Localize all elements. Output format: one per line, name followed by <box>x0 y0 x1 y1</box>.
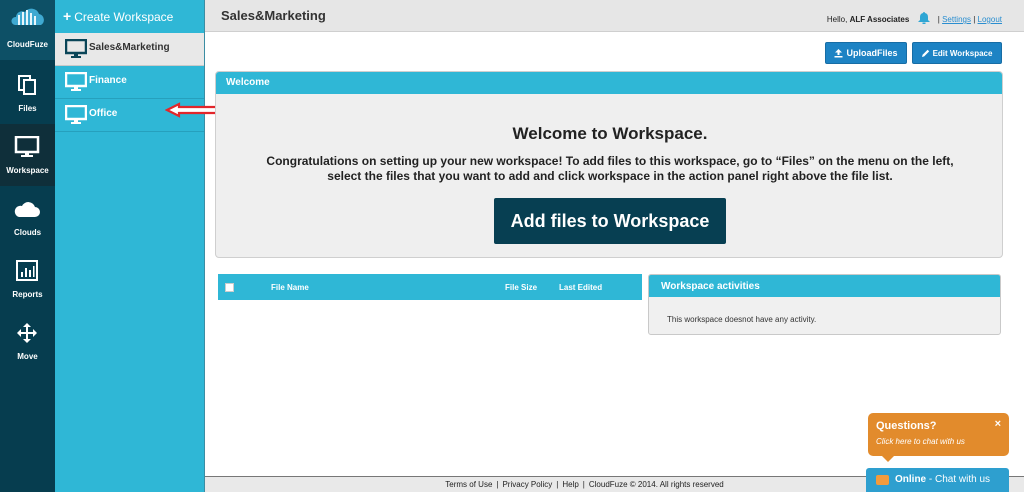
rail-label-move: Move <box>17 352 38 361</box>
footer-separator: | <box>556 480 559 489</box>
upload-files-label: UploadFiles <box>846 48 898 58</box>
chat-prompt: Click here to chat with us <box>876 437 965 446</box>
upload-icon <box>834 48 843 57</box>
create-workspace-button[interactable]: + Create Workspace <box>55 0 204 33</box>
workspace-item-finance[interactable]: Finance <box>55 66 204 99</box>
chat-questions-bubble[interactable]: Questions? Click here to chat with us × <box>868 413 1009 462</box>
workspace-activities-panel: Workspace activities This workspace does… <box>648 274 1001 335</box>
pencil-icon <box>921 49 929 57</box>
welcome-title: Welcome to Workspace. <box>512 124 708 143</box>
chat-bubble-icon <box>876 475 889 485</box>
rail-label-clouds: Clouds <box>13 228 42 237</box>
activities-empty-message: This workspace doesnot have any activity… <box>667 315 817 324</box>
user-menu: Hello, ALF Associates | Settings | Logou… <box>827 12 1002 24</box>
add-files-to-workspace-button[interactable]: Add files to Workspace <box>494 198 726 244</box>
page-title: Sales&Marketing <box>221 8 326 23</box>
icon-rail: CloudFuze Files Workspace Clouds Reports… <box>0 0 55 492</box>
file-table-header: File Name File Size Last Edited <box>218 274 642 300</box>
create-workspace-label: Create Workspace <box>74 10 174 24</box>
bell-icon[interactable] <box>917 12 931 24</box>
files-icon <box>18 75 36 95</box>
workspace-item-label: Office <box>89 108 118 119</box>
footer-separator: | <box>496 480 499 489</box>
privacy-link[interactable]: Privacy Policy <box>502 480 552 489</box>
header-divider: | <box>973 15 976 24</box>
chat-status: Online - Chat with us <box>895 474 990 485</box>
column-last-edited[interactable]: Last Edited <box>559 283 602 292</box>
chat-question-title: Questions? <box>876 420 937 432</box>
welcome-panel: Welcome Welcome to Workspace. Congratula… <box>215 71 1003 258</box>
app-root: CloudFuze Files Workspace Clouds Reports… <box>0 0 1024 492</box>
bubble-tail <box>882 456 894 462</box>
plus-icon: + <box>63 8 72 24</box>
monitor-icon <box>65 105 87 124</box>
activities-header: Workspace activities <box>649 275 1000 297</box>
copyright-text: CloudFuze © 2014. All rights reserved <box>588 480 724 489</box>
cloudfuze-logo-icon <box>11 8 44 25</box>
edit-workspace-label: Edit Workspace <box>932 48 993 58</box>
workspace-panel: + Create Workspace Sales&Marketing Financ… <box>55 0 205 492</box>
edit-workspace-button[interactable]: Edit Workspace <box>912 42 1002 64</box>
monitor-icon <box>65 39 87 58</box>
welcome-header: Welcome <box>216 72 1002 94</box>
monitor-icon <box>65 72 87 91</box>
workspace-item-label: Sales&Marketing <box>89 42 170 53</box>
select-all-checkbox[interactable] <box>225 283 234 292</box>
rail-label-workspace: Workspace <box>6 166 49 175</box>
rail-item-move[interactable]: Move <box>0 310 55 372</box>
chat-status-online: Online <box>895 474 927 485</box>
rail-label-files: Files <box>18 104 37 113</box>
rail-item-files[interactable]: Files <box>0 62 55 124</box>
workspace-item-sales-marketing[interactable]: Sales&Marketing <box>55 33 204 66</box>
greeting-text: Hello, <box>826 15 848 24</box>
rail-item-reports[interactable]: Reports <box>0 248 55 310</box>
header-divider: | <box>937 15 940 24</box>
help-link[interactable]: Help <box>562 480 578 489</box>
column-file-name[interactable]: File Name <box>271 283 309 292</box>
welcome-message: Congratulations on setting up your new w… <box>216 154 1002 184</box>
cloud-icon <box>14 202 40 217</box>
workspace-item-label: Finance <box>89 75 127 86</box>
terms-link[interactable]: Terms of Use <box>445 480 492 489</box>
column-file-size[interactable]: File Size <box>505 283 537 292</box>
user-name: ALF Associates <box>849 15 910 24</box>
welcome-line-2: select the files that you want to add an… <box>327 169 893 183</box>
move-arrows-icon <box>17 323 37 343</box>
brand-name: CloudFuze <box>7 40 48 49</box>
bar-chart-icon <box>16 260 38 281</box>
welcome-line-1: Congratulations on setting up your new w… <box>266 154 954 168</box>
logout-link[interactable]: Logout <box>978 15 1002 24</box>
footer-separator: | <box>582 480 585 489</box>
settings-link[interactable]: Settings <box>942 15 971 24</box>
monitor-icon <box>14 136 40 157</box>
brand[interactable]: CloudFuze <box>0 0 55 60</box>
rail-item-workspace[interactable]: Workspace <box>0 124 55 186</box>
close-icon[interactable]: × <box>995 418 1001 430</box>
chat-status-suffix: - Chat with us <box>928 474 991 485</box>
rail-label-reports: Reports <box>12 290 43 299</box>
chat-online-button[interactable]: Online - Chat with us <box>866 468 1009 492</box>
rail-item-clouds[interactable]: Clouds <box>0 186 55 248</box>
top-bar: Sales&Marketing Hello, ALF Associates | … <box>205 0 1024 32</box>
upload-files-button[interactable]: UploadFiles <box>825 42 907 64</box>
